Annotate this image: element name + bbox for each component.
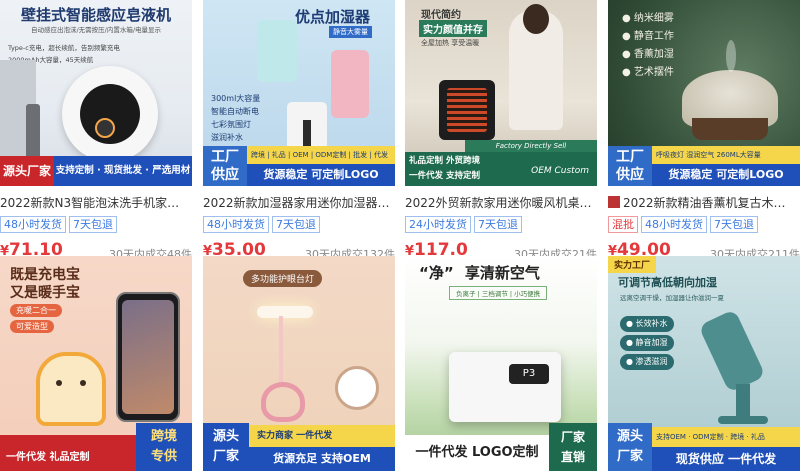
feature-item: ● 静音工作 bbox=[622, 31, 674, 42]
tag: 混批 bbox=[608, 216, 638, 233]
powerbank-illustration bbox=[36, 352, 106, 426]
image-headline: 多功能护眼台灯 bbox=[243, 270, 323, 287]
factory-badge: 源头 厂家 bbox=[203, 423, 249, 471]
image-banner: 支持定制 · 现货批发 · 严选用材 bbox=[54, 156, 192, 186]
feature-item: ● 长效补水 bbox=[620, 316, 674, 332]
product-image[interactable]: 壁挂式智能感应皂液机 自动感应出泡沫/无需按压/内置水箱/电量显示 Type-c… bbox=[0, 0, 192, 186]
image-headline: 可调节高低朝向加湿 bbox=[618, 276, 717, 289]
image-headline: 又是暖手宝 bbox=[10, 285, 80, 301]
product-image[interactable]: 现代简约 实力颜值并存 全屋加热 享受温暖 Factory Directly S… bbox=[405, 0, 597, 186]
image-banner-top: 呼吸夜灯 湿润空气 260ML大容量 bbox=[652, 146, 800, 164]
feature-item: 七彩氛围灯 bbox=[211, 120, 251, 129]
image-subline: 全屋加热 享受温暖 bbox=[421, 39, 480, 47]
factory-badge: 工厂 供应 bbox=[203, 146, 247, 186]
product-title[interactable]: 2022新款N3智能泡沫洗手机家… bbox=[0, 192, 192, 214]
image-banner: 一件代发 LOGO定制 bbox=[405, 435, 549, 471]
tag: 48小时发货 bbox=[203, 216, 269, 233]
tag-list: 24小时发货 7天包退 bbox=[405, 216, 522, 234]
factory-badge: 工厂 供应 bbox=[608, 146, 652, 186]
tag-list: 48小时发货 7天包退 bbox=[203, 216, 320, 234]
feature-item: 300ml大容量 bbox=[211, 94, 261, 103]
product-grid: 壁挂式智能感应皂液机 自动感应出泡沫/无需按压/内置水箱/电量显示 Type-c… bbox=[0, 0, 800, 471]
shop-icon bbox=[608, 196, 620, 208]
image-headline: 享清新空气 bbox=[464, 264, 540, 282]
dot-icon: ● bbox=[622, 49, 634, 60]
product-image[interactable]: 多功能护眼台灯 源头 厂家 实力商家 一件代发 货源充足 支持OEM bbox=[203, 256, 395, 471]
feature-item: ● 艺术摆件 bbox=[622, 67, 674, 78]
product-title[interactable]: 2022新款加湿器家用迷你加湿器… bbox=[203, 192, 395, 214]
tag: 7天包退 bbox=[474, 216, 522, 233]
image-subline: 负离子 | 三档调节 | 小巧便携 bbox=[449, 286, 548, 300]
factory-badge: 厂家 直销 bbox=[549, 423, 597, 471]
feature-item: 滋润补水 bbox=[211, 133, 243, 142]
image-banner-top: 实力商家 一件代发 bbox=[249, 425, 395, 447]
image-headline: 优点加湿器 bbox=[295, 8, 371, 26]
product-title[interactable]: 2022外贸新款家用迷你暖风机桌… bbox=[405, 192, 597, 214]
humidifier-illustration bbox=[698, 309, 766, 393]
feature-item: ● 静音加湿 bbox=[620, 335, 674, 351]
clock-illustration bbox=[335, 366, 379, 410]
feature-list: 300ml大容量 智能自动断电 七彩氛围灯 滋润补水 bbox=[211, 92, 260, 144]
image-headline: 现代简约 bbox=[421, 10, 461, 21]
tag: 48小时发货 bbox=[0, 216, 66, 233]
product-image[interactable]: 优点加湿器 静音大雾量 300ml大容量 智能自动断电 七彩氛围灯 滋润补水 工… bbox=[203, 0, 395, 186]
tag: 48小时发货 bbox=[641, 216, 707, 233]
image-headline: 壁挂式智能感应皂液机 bbox=[20, 6, 171, 24]
image-subline: 远离空调干燥，加湿器让你滋润一夏 bbox=[620, 294, 724, 302]
dot-icon: ● bbox=[622, 13, 634, 24]
feature-item: ● 渗透滋润 bbox=[620, 354, 674, 370]
dot-icon: ● bbox=[622, 67, 634, 78]
purifier-illustration bbox=[449, 352, 561, 422]
image-banner: 货源充足 支持OEM bbox=[249, 447, 395, 471]
image-banner-top: Factory Directly Sell bbox=[465, 140, 597, 152]
dot-icon: ● bbox=[622, 31, 634, 42]
corner-badge: 实力工厂 bbox=[608, 256, 657, 273]
feature-item: ● 纳米细雾 bbox=[622, 13, 674, 24]
image-banner-top: 支持OEM · ODM定制 · 跨境 · 礼品 bbox=[652, 427, 800, 447]
product-image[interactable]: 既是充电宝 又是暖手宝 充暖二合一 可爱造型 一件代发 礼品定制 跨境 专供 bbox=[0, 256, 192, 471]
product-image[interactable]: 实力工厂 可调节高低朝向加湿 远离空调干燥，加湿器让你滋润一夏 ● 长效补水 ●… bbox=[608, 256, 800, 471]
image-banner: 现货供应 一件代发 bbox=[652, 447, 800, 471]
product-image[interactable]: ● 纳米细雾 ● 静音工作 ● 香薰加湿 ● 艺术摆件 工厂 供应 呼吸夜灯 湿… bbox=[608, 0, 800, 186]
humidifier-illustration bbox=[257, 20, 297, 82]
lamp-illustration bbox=[257, 306, 313, 318]
feature-item: ● 香薰加湿 bbox=[622, 49, 674, 60]
feature-item: 智能自动断电 bbox=[211, 107, 259, 116]
image-chip: 充暖二合一 bbox=[10, 304, 62, 317]
image-headline: 既是充电宝 bbox=[10, 267, 80, 283]
tag: 24小时发货 bbox=[405, 216, 471, 233]
tag-list: 48小时发货 7天包退 bbox=[0, 216, 117, 234]
feature-list: ● 长效补水 ● 静音加湿 ● 渗透滋润 bbox=[620, 316, 674, 370]
tag: 7天包退 bbox=[710, 216, 758, 233]
image-chip: 可爱造型 bbox=[10, 320, 54, 333]
tag: 7天包退 bbox=[272, 216, 320, 233]
product-image[interactable]: “净” 享清新空气 负离子 | 三档调节 | 小巧便携 P3 一件代发 LOGO… bbox=[405, 256, 597, 471]
tag: 7天包退 bbox=[69, 216, 117, 233]
image-banner: 礼品定制 外贸跨境 一件代发 支持定制 OEM Custom bbox=[405, 152, 597, 186]
image-headline: “净” bbox=[419, 264, 454, 282]
image-banner: 货源稳定 可定制LOGO bbox=[247, 164, 395, 186]
image-banner: 货源稳定 可定制LOGO bbox=[652, 164, 800, 186]
image-badge: 跨境 专供 bbox=[136, 423, 192, 471]
factory-badge: 源头 厂家 bbox=[608, 423, 652, 471]
feature-list: ● 纳米细雾 ● 静音工作 ● 香薰加湿 ● 艺术摆件 bbox=[622, 10, 674, 82]
factory-badge: 源头厂家 bbox=[0, 156, 54, 186]
image-text: Type-c充电，超长续航，告别频繁充电 bbox=[8, 44, 120, 52]
display-text: P3 bbox=[522, 368, 536, 379]
tag-list: 混批 48小时发货 7天包退 bbox=[608, 216, 758, 234]
image-banner-top: 跨境 | 礼品 | OEM | ODM定制 | 批发 | 代发 bbox=[247, 146, 395, 164]
image-banner: 一件代发 礼品定制 bbox=[6, 452, 90, 463]
image-subline: 自动感应出泡沫/无需按压/内置水箱/电量显示 bbox=[30, 26, 162, 34]
image-headline: 实力颜值并存 bbox=[419, 20, 487, 37]
product-title[interactable]: 2022新款精油香薰机复古木… bbox=[608, 192, 800, 214]
image-chip: 静音大雾量 bbox=[329, 26, 372, 38]
